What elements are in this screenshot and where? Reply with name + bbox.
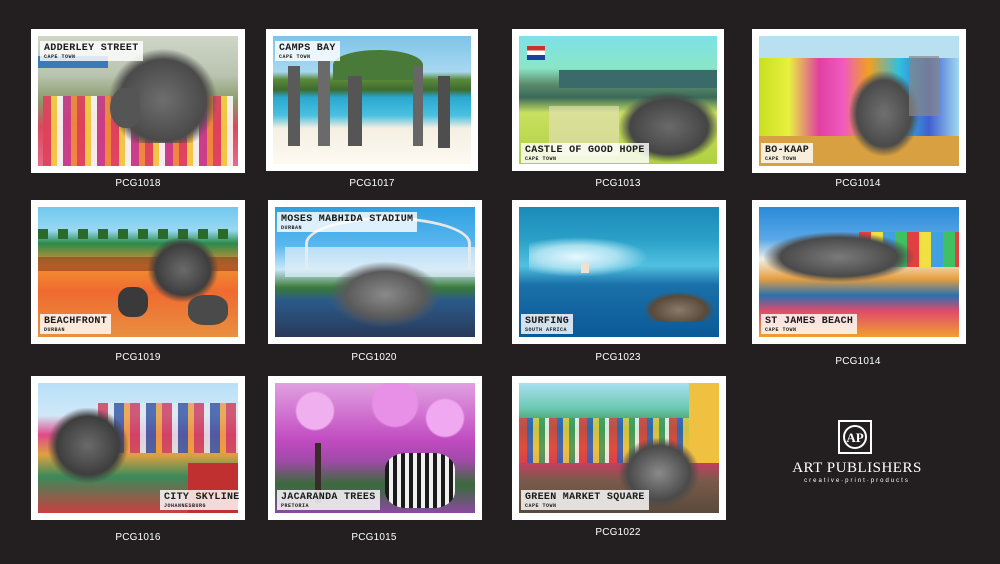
product-code: PCG1013 [595, 178, 641, 189]
postcard-title: SURFING SOUTH AFRICA [521, 314, 574, 334]
postcard-title: CITY SKYLINE JOHANNESBURG [160, 490, 244, 510]
postcard-beachfront[interactable]: BEACHFRONT DURBAN [31, 200, 245, 344]
product-code: PCG1014 [835, 356, 881, 367]
postcard-camps-bay[interactable]: CAMPS BAY CAPE TOWN [266, 29, 478, 171]
postcard-title: MOSES MABHIDA STADIUM DURBAN [277, 212, 418, 232]
product-code: PCG1018 [115, 178, 161, 189]
brand-tagline: creative·print·products [804, 478, 910, 484]
postcard-title: ADDERLEY STREET CAPE TOWN [40, 41, 143, 61]
product-code: PCG1016 [115, 532, 161, 543]
product-code: PCG1017 [349, 178, 395, 189]
postcard-title: CAMPS BAY CAPE TOWN [275, 41, 340, 61]
postcard-jacaranda-trees[interactable]: JACARANDA TREES PRETORIA [268, 376, 482, 520]
product-code: PCG1015 [351, 532, 397, 543]
postcard-title: CASTLE OF GOOD HOPE CAPE TOWN [521, 143, 649, 163]
postcard-title: ST JAMES BEACH CAPE TOWN [761, 314, 858, 334]
postcard-castle-of-good-hope[interactable]: CASTLE OF GOOD HOPE CAPE TOWN [512, 29, 724, 171]
product-code: PCG1023 [595, 352, 641, 363]
postcard-title: JACARANDA TREES PRETORIA [277, 490, 380, 510]
product-code: PCG1022 [595, 527, 641, 538]
svg-text:AP: AP [846, 430, 863, 445]
postcard-green-market-square[interactable]: GREEN MARKET SQUARE CAPE TOWN [512, 376, 726, 520]
product-code: PCG1020 [351, 352, 397, 363]
postcard-title: BO-KAAP CAPE TOWN [761, 143, 814, 163]
postcard-city-skyline[interactable]: CITY SKYLINE JOHANNESBURG [31, 376, 245, 520]
postcard-title: GREEN MARKET SQUARE CAPE TOWN [521, 490, 649, 510]
brand-name: ART PUBLISHERS [792, 460, 922, 476]
postcard-adderley-street[interactable]: ADDERLEY STREET CAPE TOWN [31, 29, 245, 173]
postcard-title: BEACHFRONT DURBAN [40, 314, 112, 334]
ap-monogram-icon: AP [838, 420, 872, 454]
postcard-st-james-beach[interactable]: ST JAMES BEACH CAPE TOWN [752, 200, 966, 344]
product-code: PCG1019 [115, 352, 161, 363]
product-code: PCG1014 [835, 178, 881, 189]
art-publishers-logo: AP ART PUBLISHERS creative·print·product… [772, 420, 942, 495]
postcard-bo-kaap[interactable]: BO-KAAP CAPE TOWN [752, 29, 966, 173]
postcard-moses-mabhida-stadium[interactable]: MOSES MABHIDA STADIUM DURBAN [268, 200, 482, 344]
postcard-surfing[interactable]: SURFING SOUTH AFRICA [512, 200, 726, 344]
